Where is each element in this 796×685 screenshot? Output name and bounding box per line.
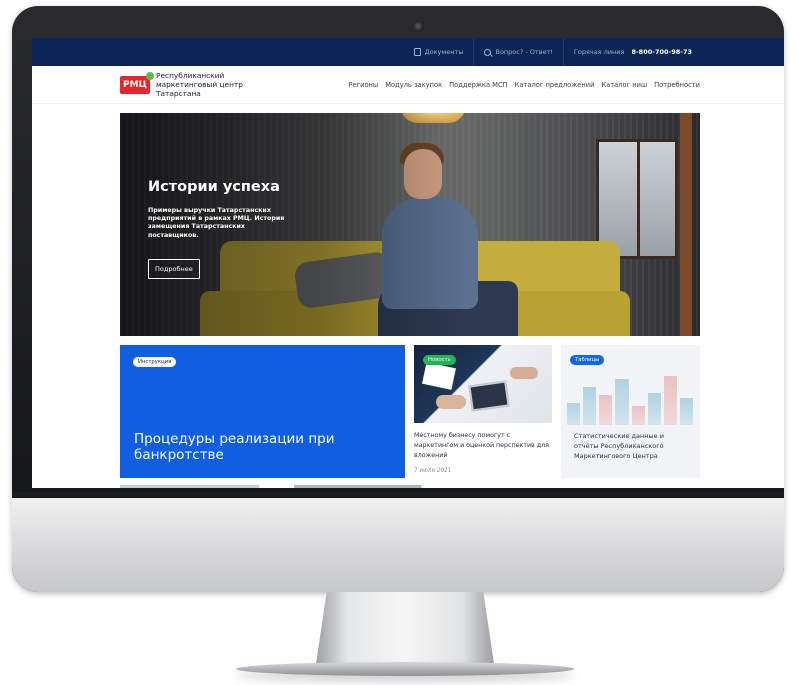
hero-title: Истории успеха bbox=[148, 179, 280, 195]
monitor-base bbox=[236, 662, 574, 676]
hotline: Горячая линия 8-800-700-98-73 bbox=[562, 38, 702, 66]
hero-content: Истории успеха Примеры выручки Татарстан… bbox=[148, 179, 296, 279]
top-bar: Документы Вопрос? - Ответ! Горячая линия… bbox=[32, 38, 784, 66]
tables-image-bar bbox=[679, 398, 693, 425]
nav-item-regions[interactable]: Регионы bbox=[348, 81, 378, 89]
hotline-number[interactable]: 8-800-700-98-73 bbox=[631, 48, 692, 56]
logo-mark-text: РМЦ bbox=[123, 79, 147, 90]
monitor-stand bbox=[316, 592, 494, 664]
document-icon bbox=[413, 48, 421, 56]
tables-image-bar bbox=[647, 392, 661, 425]
instruction-badge: Инструкция bbox=[133, 357, 177, 367]
documents-link[interactable]: Документы bbox=[404, 38, 474, 66]
news-card[interactable]: Новость Местному бизнесу помогут с марке… bbox=[414, 345, 552, 485]
tables-card[interactable]: Таблицы Статистические данные и отчёты Р… bbox=[561, 345, 700, 478]
tables-title: Статистические данные и отчёты Республик… bbox=[574, 432, 664, 460]
instruction-title: Процедуры реализации при банкротстве bbox=[134, 431, 335, 463]
tables-image-bar bbox=[583, 387, 597, 425]
qa-link[interactable]: Вопрос? - Ответ! bbox=[473, 38, 562, 66]
site-logo[interactable]: РМЦ Республиканский маркетинговый центр … bbox=[120, 71, 252, 98]
search-icon bbox=[484, 48, 492, 56]
logo-text: Республиканский маркетинговый центр Тата… bbox=[156, 71, 243, 98]
nav-item-offers-catalog[interactable]: Каталог предложений bbox=[515, 81, 595, 89]
nav-item-needs[interactable]: Потребности bbox=[654, 81, 700, 89]
tables-badge: Таблицы bbox=[570, 355, 605, 365]
news-title: Местному бизнесу помогут с маркетингом и… bbox=[414, 432, 549, 459]
tables-image-bar bbox=[599, 395, 613, 425]
more-button[interactable]: Подробнее bbox=[148, 258, 200, 279]
nav-item-procurement[interactable]: Модуль закупок bbox=[385, 81, 442, 89]
tables-image-bar bbox=[663, 376, 677, 425]
news-image-laptop bbox=[468, 380, 510, 412]
logo-dot bbox=[146, 71, 154, 80]
hotline-label: Горячая линия bbox=[573, 48, 625, 56]
news-image-hands bbox=[436, 395, 466, 409]
hero-banner: Истории успеха Примеры выручки Татарстан… bbox=[120, 113, 700, 336]
nav-item-niche-catalog[interactable]: Каталог ниш bbox=[601, 81, 647, 89]
tables-image-bar bbox=[567, 403, 581, 425]
next-row-peek bbox=[120, 485, 700, 488]
instruction-card[interactable]: Инструкция Процедуры реализации при банк… bbox=[120, 345, 405, 478]
news-image: Новость bbox=[414, 345, 552, 423]
camera-icon bbox=[414, 22, 424, 32]
tables-image-bar bbox=[615, 379, 629, 425]
monitor-chin bbox=[12, 492, 784, 592]
tables-image-bar bbox=[631, 406, 645, 425]
nav-item-sme-support[interactable]: Поддержка МСП bbox=[449, 81, 507, 89]
logo-mark: РМЦ bbox=[120, 71, 154, 94]
qa-label: Вопрос? - Ответ! bbox=[495, 48, 553, 56]
cards-row: Инструкция Процедуры реализации при банк… bbox=[120, 345, 700, 485]
news-badge: Новость bbox=[423, 355, 456, 365]
news-date: 7 июля 2021 bbox=[414, 468, 452, 474]
documents-label: Документы bbox=[424, 48, 464, 56]
hero-description: Примеры выручки Татарстанских предприяти… bbox=[148, 207, 285, 239]
nav-links: Регионы Модуль закупок Поддержка МСП Кат… bbox=[348, 81, 700, 89]
news-image-paper bbox=[422, 362, 456, 390]
main-navbar: РМЦ Республиканский маркетинговый центр … bbox=[32, 66, 784, 104]
tables-card-image bbox=[567, 371, 693, 425]
news-image-hands-2 bbox=[510, 367, 538, 379]
website-screen: Документы Вопрос? - Ответ! Горячая линия… bbox=[32, 38, 784, 488]
